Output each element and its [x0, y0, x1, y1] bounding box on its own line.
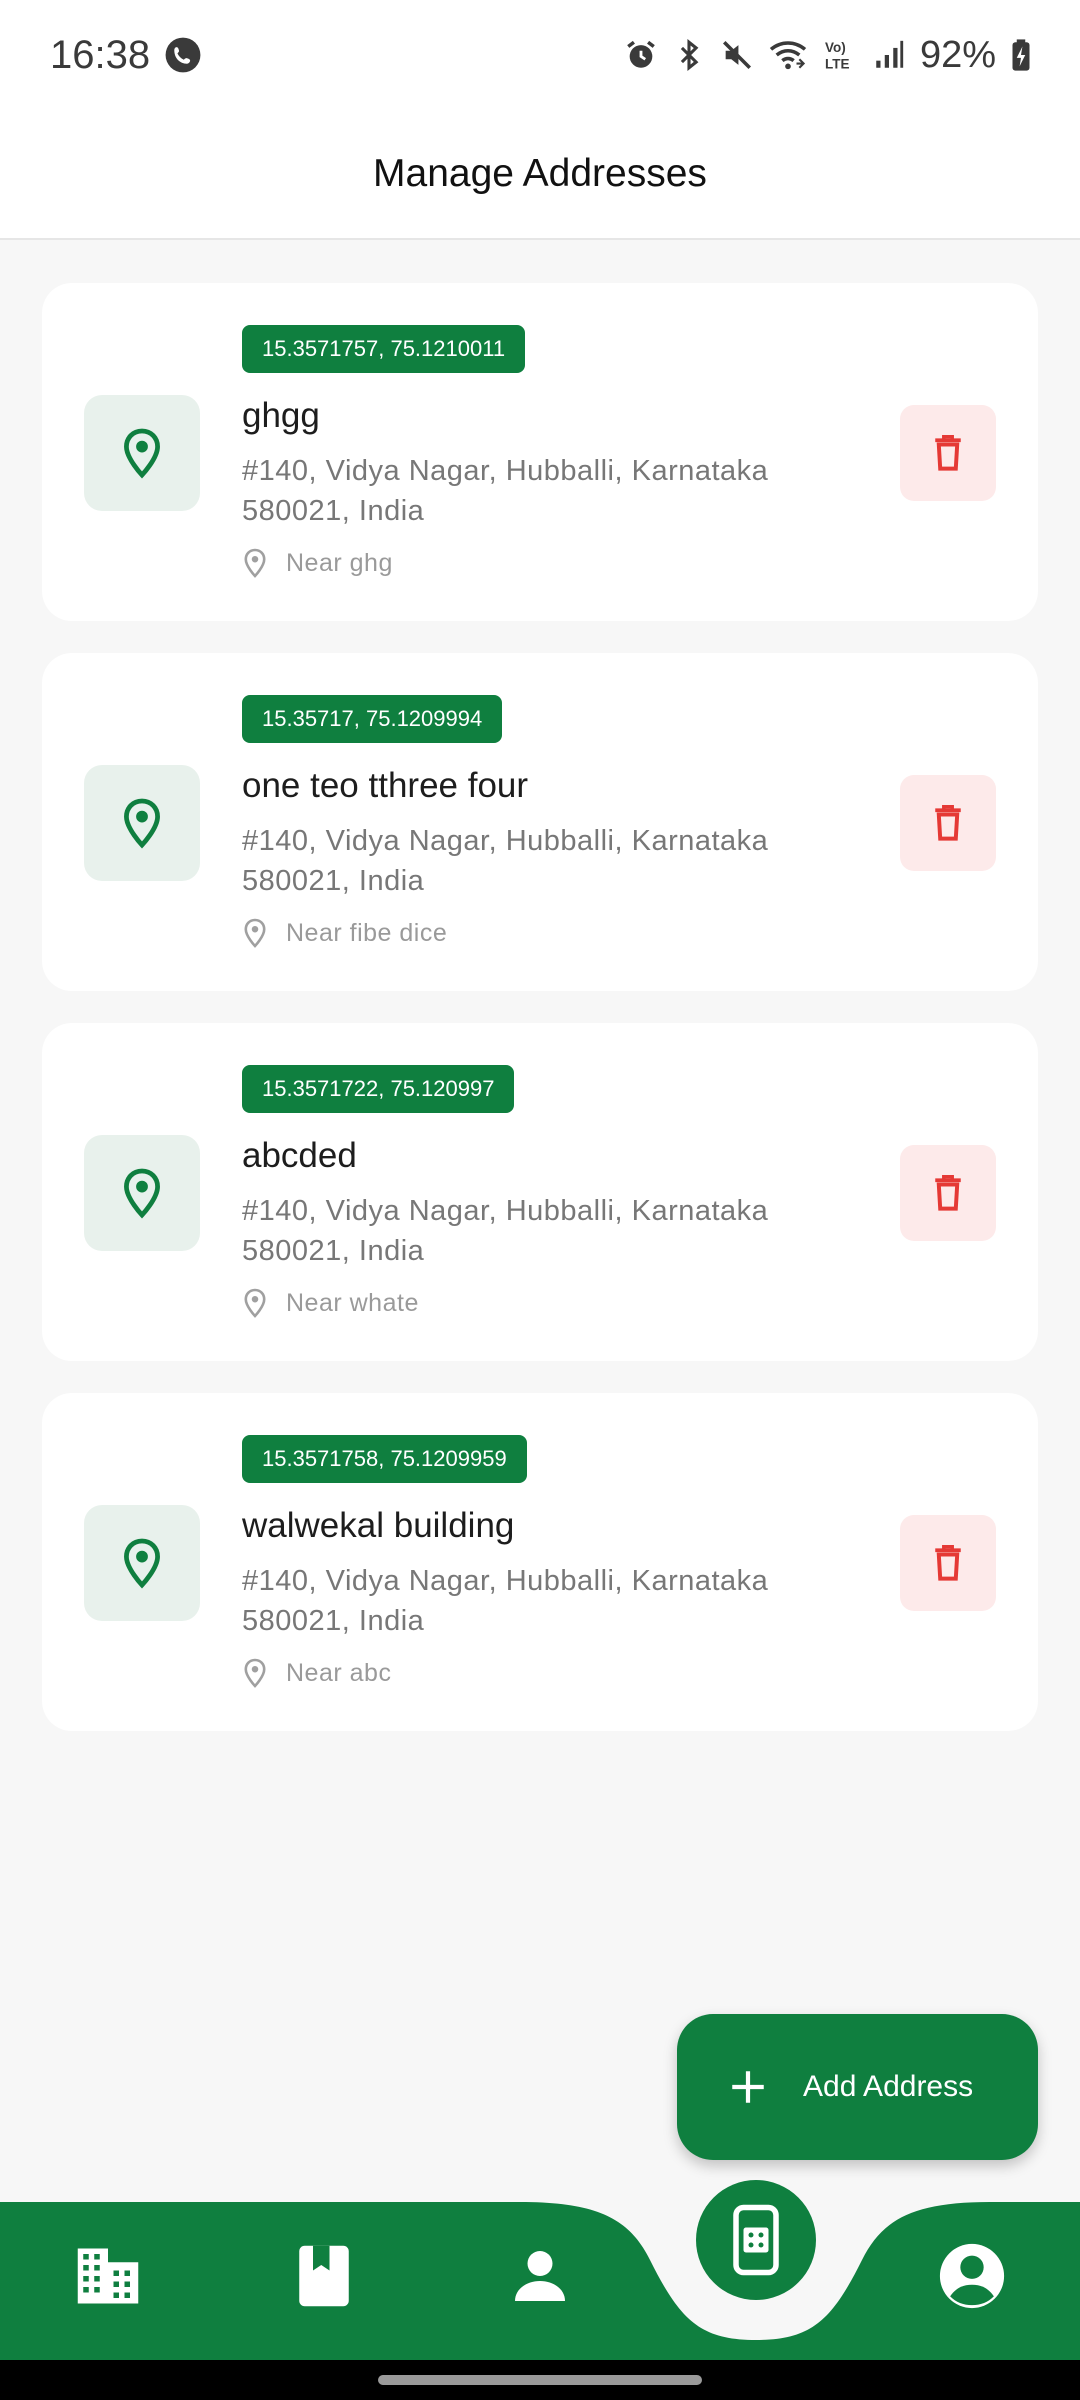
- delete-address-button[interactable]: [900, 1145, 996, 1241]
- delete-address-button[interactable]: [900, 1515, 996, 1611]
- landmark-text: Near abc: [286, 1658, 392, 1687]
- bookmark-book-icon: [299, 2245, 349, 2307]
- bottom-navigation: [0, 2180, 1080, 2360]
- landmark-text: Near whate: [286, 1288, 419, 1317]
- landmark-text: Near fibe dice: [286, 918, 448, 947]
- building-icon: [77, 2248, 139, 2304]
- address-name: abcded: [242, 1136, 357, 1175]
- address-card[interactable]: 15.3571758, 75.1209959 walwekal building…: [42, 1393, 1038, 1731]
- landmark-pin-icon: [242, 917, 268, 949]
- nav-bookings[interactable]: [284, 2236, 364, 2316]
- coordinates-badge: 15.35717, 75.1209994: [242, 695, 503, 743]
- nav-account[interactable]: [932, 2236, 1012, 2316]
- landmark: Near abc: [242, 1655, 391, 1691]
- svg-text:LTE: LTE: [825, 57, 850, 72]
- battery-charging-icon: [1010, 38, 1032, 72]
- trash-icon: [935, 805, 961, 841]
- status-right: Vo) LTE 92%: [624, 34, 1032, 77]
- coordinates-badge: 15.3571757, 75.1210011: [242, 325, 526, 373]
- address-line-1: #140, Vidya Nagar, Hubballi, Karnataka: [242, 1195, 769, 1227]
- whatsapp-call-icon: [164, 36, 202, 74]
- add-address-label: Add Address: [803, 2070, 974, 2103]
- location-pin-icon: [84, 1135, 200, 1251]
- status-left: 16:38: [50, 33, 202, 78]
- mute-icon: [720, 38, 754, 72]
- trash-icon: [935, 1545, 961, 1581]
- address-line-2: 580021, India: [242, 865, 425, 897]
- landmark-pin-icon: [242, 1657, 268, 1689]
- address-name: ghgg: [242, 396, 320, 435]
- address-card[interactable]: 15.3571722, 75.120997 abcded #140, Vidya…: [42, 1023, 1038, 1361]
- bluetooth-icon: [672, 38, 706, 72]
- coordinates-badge: 15.3571758, 75.1209959: [242, 1435, 527, 1483]
- signal-icon: [872, 38, 906, 72]
- wifi-icon: [768, 38, 808, 72]
- address-card-icon: [733, 2204, 779, 2276]
- coordinates-badge: 15.3571722, 75.120997: [242, 1065, 515, 1113]
- address-line-2: 580021, India: [242, 1605, 425, 1637]
- battery-percent: 92%: [919, 33, 996, 76]
- address-name: walwekal building: [242, 1506, 515, 1545]
- location-pin-icon: [84, 765, 200, 881]
- nav-building[interactable]: [68, 2236, 148, 2316]
- alarm-icon: [624, 38, 658, 72]
- nav-profile[interactable]: [500, 2236, 580, 2316]
- app-bar: Manage Addresses: [0, 110, 1080, 240]
- trash-icon: [935, 1175, 961, 1211]
- landmark-pin-icon: [242, 547, 268, 579]
- landmark: Near fibe dice: [242, 915, 447, 951]
- address-line-2: 580021, India: [242, 1235, 425, 1267]
- add-address-button[interactable]: Add Address: [677, 2014, 1038, 2160]
- home-gesture-bar[interactable]: [378, 2375, 702, 2385]
- location-pin-icon: [84, 395, 200, 511]
- landmark-pin-icon: [242, 1287, 268, 1319]
- plus-icon: [732, 2071, 764, 2103]
- volte-icon: Vo) LTE: [822, 37, 858, 73]
- account-circle-icon: [939, 2243, 1005, 2309]
- gesture-navigation-area: [0, 2360, 1080, 2400]
- address-line-1: #140, Vidya Nagar, Hubballi, Karnataka: [242, 825, 769, 857]
- address-line-1: #140, Vidya Nagar, Hubballi, Karnataka: [242, 1565, 769, 1597]
- address-line-2: 580021, India: [242, 495, 425, 527]
- nav-addresses[interactable]: [696, 2180, 816, 2300]
- address-text: #140, Vidya Nagar, Hubballi, Karnataka 5…: [242, 821, 842, 901]
- landmark: Near whate: [242, 1285, 419, 1321]
- address-text: #140, Vidya Nagar, Hubballi, Karnataka 5…: [242, 1561, 842, 1641]
- address-line-1: #140, Vidya Nagar, Hubballi, Karnataka: [242, 455, 769, 487]
- landmark: Near ghg: [242, 545, 393, 581]
- svg-text:Vo): Vo): [825, 40, 846, 55]
- trash-icon: [935, 435, 961, 471]
- address-name: one teo tthree four: [242, 766, 529, 805]
- delete-address-button[interactable]: [900, 775, 996, 871]
- page-title: Manage Addresses: [373, 152, 707, 195]
- delete-address-button[interactable]: [900, 405, 996, 501]
- person-icon: [515, 2251, 565, 2301]
- location-pin-icon: [84, 1505, 200, 1621]
- address-card[interactable]: 15.3571757, 75.1210011 ghgg #140, Vidya …: [42, 283, 1038, 621]
- landmark-text: Near ghg: [286, 548, 393, 577]
- status-bar: 16:38 Vo) LTE 92%: [0, 0, 1080, 110]
- status-time: 16:38: [50, 32, 151, 77]
- address-card[interactable]: 15.35717, 75.1209994 one teo tthree four…: [42, 653, 1038, 991]
- address-text: #140, Vidya Nagar, Hubballi, Karnataka 5…: [242, 451, 842, 531]
- address-text: #140, Vidya Nagar, Hubballi, Karnataka 5…: [242, 1191, 842, 1271]
